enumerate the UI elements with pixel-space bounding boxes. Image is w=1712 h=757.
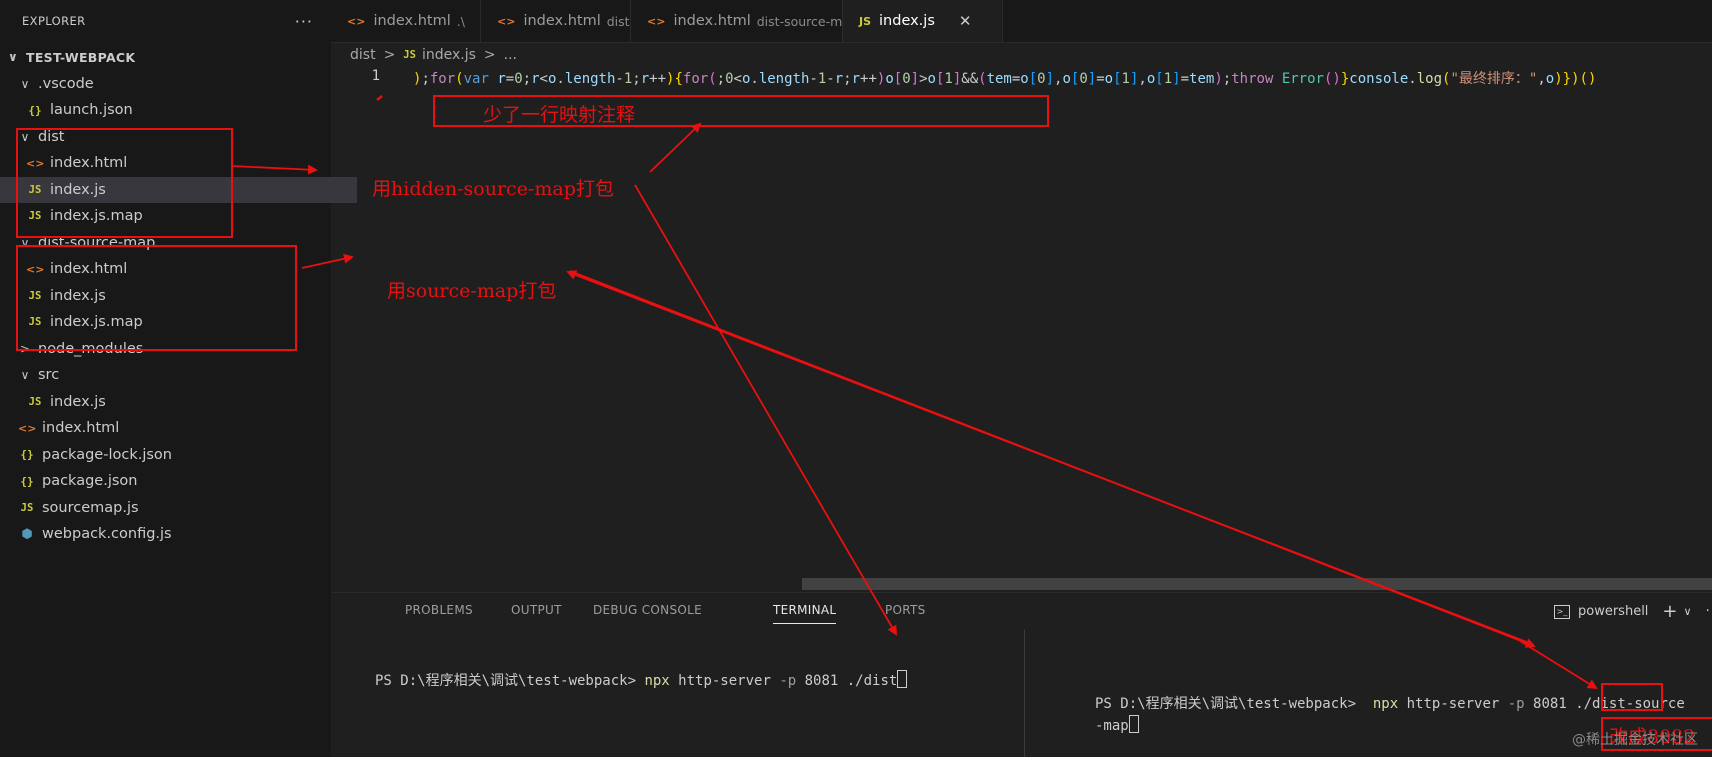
tree-file[interactable]: {} package.json [0, 468, 349, 494]
tree-folder[interactable]: ∨ .vscode [0, 71, 349, 97]
annotation-hidden-source-map: 用hidden-source-map打包 [372, 178, 614, 200]
tree-file[interactable]: <> index.html [0, 415, 349, 441]
terminal-prompt-right: PS D:\程序相关\调试\test-webpack> [1095, 696, 1373, 712]
chevron-down-icon: ∨ [7, 50, 19, 64]
close-icon[interactable]: ✕ [959, 12, 972, 30]
terminal-args-right: http-server [1398, 696, 1508, 712]
tree-file[interactable]: {} launch.json [0, 97, 357, 123]
explorer-sidebar: EXPLORER ··· ∨ TEST-WEBPACK ∨ .vscode {} laun… [0, 0, 357, 757]
chevron-down-icon: ∨ [20, 368, 30, 382]
tree-file[interactable]: JS index.js [0, 389, 357, 415]
json-file-icon: {} [28, 103, 42, 117]
tab-label: index.js [879, 13, 935, 29]
terminal-port-right: 8081 [1533, 696, 1567, 712]
terminal-args: http-server [669, 673, 780, 689]
more-actions-icon-panel[interactable]: ··· [1706, 604, 1712, 619]
js-file-icon: JS [403, 49, 416, 61]
tree-item-label: package.json [42, 473, 138, 489]
html-file-icon: <> [18, 421, 37, 435]
terminal-rest: 8081 ./dist [796, 673, 898, 689]
tree-folder[interactable]: ∨ TEST-WEBPACK [0, 44, 337, 70]
tab-label: index.html [523, 13, 601, 29]
tab-description: dist [606, 13, 630, 29]
terminal-cursor-right [1128, 715, 1139, 733]
tree-item-label: index.html [42, 420, 120, 436]
terminal-cursor [897, 670, 908, 688]
tree-folder[interactable]: ∨ src [0, 362, 349, 388]
tree-item-label: webpack.config.js [42, 526, 172, 542]
breadcrumb-separator: > [383, 47, 396, 63]
js-file-icon: JS [859, 14, 872, 28]
annotation-box-port [1601, 683, 1663, 711]
js-file-icon: JS [28, 395, 42, 408]
explorer-header: EXPLORER ··· [0, 0, 331, 42]
panel-tab-output[interactable]: OUTPUT [511, 603, 562, 617]
panel-tab-bar: PROBLEMS OUTPUT DEBUG CONSOLE TERMINAL PORTS [331, 593, 1712, 629]
breadcrumb-file[interactable]: index.js [422, 47, 476, 63]
panel-tab-problems[interactable]: PROBLEMS [405, 603, 473, 617]
html-file-icon: <> [347, 14, 366, 28]
terminal-split-divider[interactable] [1024, 630, 1025, 757]
json-file-icon: {} [20, 474, 34, 488]
panel-tab-ports[interactable]: PORTS [885, 603, 926, 617]
tree-item-label: TEST-WEBPACK [26, 49, 136, 65]
panel-tab-debug-console[interactable]: DEBUG CONSOLE [593, 603, 702, 617]
terminal-left[interactable]: PS D:\程序相关\调试\test-webpack> npx http-ser… [375, 670, 908, 692]
terminal-line2-right: -map [1095, 718, 1129, 734]
line-number: 1 [371, 68, 380, 84]
breadcrumb-folder[interactable]: dist [350, 47, 376, 63]
red-mark [376, 95, 383, 101]
chevron-down-icon[interactable]: ∨ [1684, 605, 1692, 618]
chevron-down-icon: ∨ [20, 76, 30, 91]
more-actions-icon[interactable]: ··· [295, 12, 313, 31]
tree-item-label: src [38, 367, 60, 383]
watermark: @稀土掘金技术社区 [1572, 732, 1698, 748]
terminal-flag: -p [779, 673, 797, 689]
tree-item-label: sourcemap.js [42, 499, 139, 516]
html-file-icon: <> [647, 14, 666, 28]
tree-file[interactable]: JS sourcemap.js [0, 495, 349, 521]
editor-tab-bar: <> index.html .\ <> index.html dist <> index.ht… [331, 0, 1712, 43]
tree-item-label: launch.json [50, 102, 133, 118]
annotation-source-map: 用source-map打包 [387, 280, 557, 302]
terminal-cmd-right: npx [1372, 696, 1399, 712]
annotation-box-dist-source-map [16, 245, 297, 351]
arrow-to-port [1519, 640, 1598, 690]
tree-file[interactable]: ⬢ webpack.config.js [0, 521, 349, 547]
arrow-to-missing-comment [649, 122, 702, 173]
tree-file[interactable]: {} package-lock.json [0, 442, 349, 468]
wp-file-icon: ⬢ [21, 526, 33, 542]
tab-description: .\ [456, 13, 465, 29]
editor-tab[interactable]: <> index.html dist-source-map [631, 0, 858, 42]
editor-tab[interactable]: <> index.html dist [481, 0, 631, 42]
editor-tab[interactable]: JS index.js ✕ [843, 0, 1003, 42]
horizontal-scrollbar[interactable] [802, 578, 1712, 590]
js-file-icon: JS [20, 501, 34, 514]
tree-item-label: index.js [50, 393, 106, 410]
terminal-icon: >_ [1554, 604, 1570, 619]
tab-label: index.html [373, 13, 451, 29]
tab-label: index.html [673, 13, 751, 29]
html-file-icon: <> [497, 14, 516, 28]
terminal-cmd: npx [644, 673, 670, 689]
panel-tab-terminal[interactable]: TERMINAL [773, 603, 837, 624]
breadcrumb: dist > JS index.js > ... [350, 44, 525, 66]
terminal-prompt: PS D:\程序相关\调试\test-webpack> [375, 673, 645, 689]
breadcrumb-rest[interactable]: ... [504, 47, 517, 63]
code-line[interactable]: );for(var r=0;r<o.length-1;r++){for(;0<o… [413, 68, 1712, 90]
tree-item-label: .vscode [38, 75, 94, 92]
shell-name[interactable]: powershell [1578, 604, 1648, 619]
terminal-flag-right: -p [1507, 696, 1525, 712]
annotation-box-dist [16, 128, 233, 238]
breadcrumb-separator-2: > [483, 47, 496, 63]
new-terminal-icon[interactable]: + [1662, 601, 1677, 622]
annotation-missing-comment: 少了一行映射注释 [483, 104, 636, 126]
explorer-title: EXPLORER [22, 14, 86, 28]
terminal-controls: >_ powershell + ∨ ··· [1554, 601, 1712, 622]
editor-tab[interactable]: <> index.html .\ [331, 0, 481, 42]
json-file-icon: {} [20, 448, 34, 461]
tree-item-label: package-lock.json [42, 446, 172, 463]
arrow-to-terminal-left [634, 184, 898, 636]
